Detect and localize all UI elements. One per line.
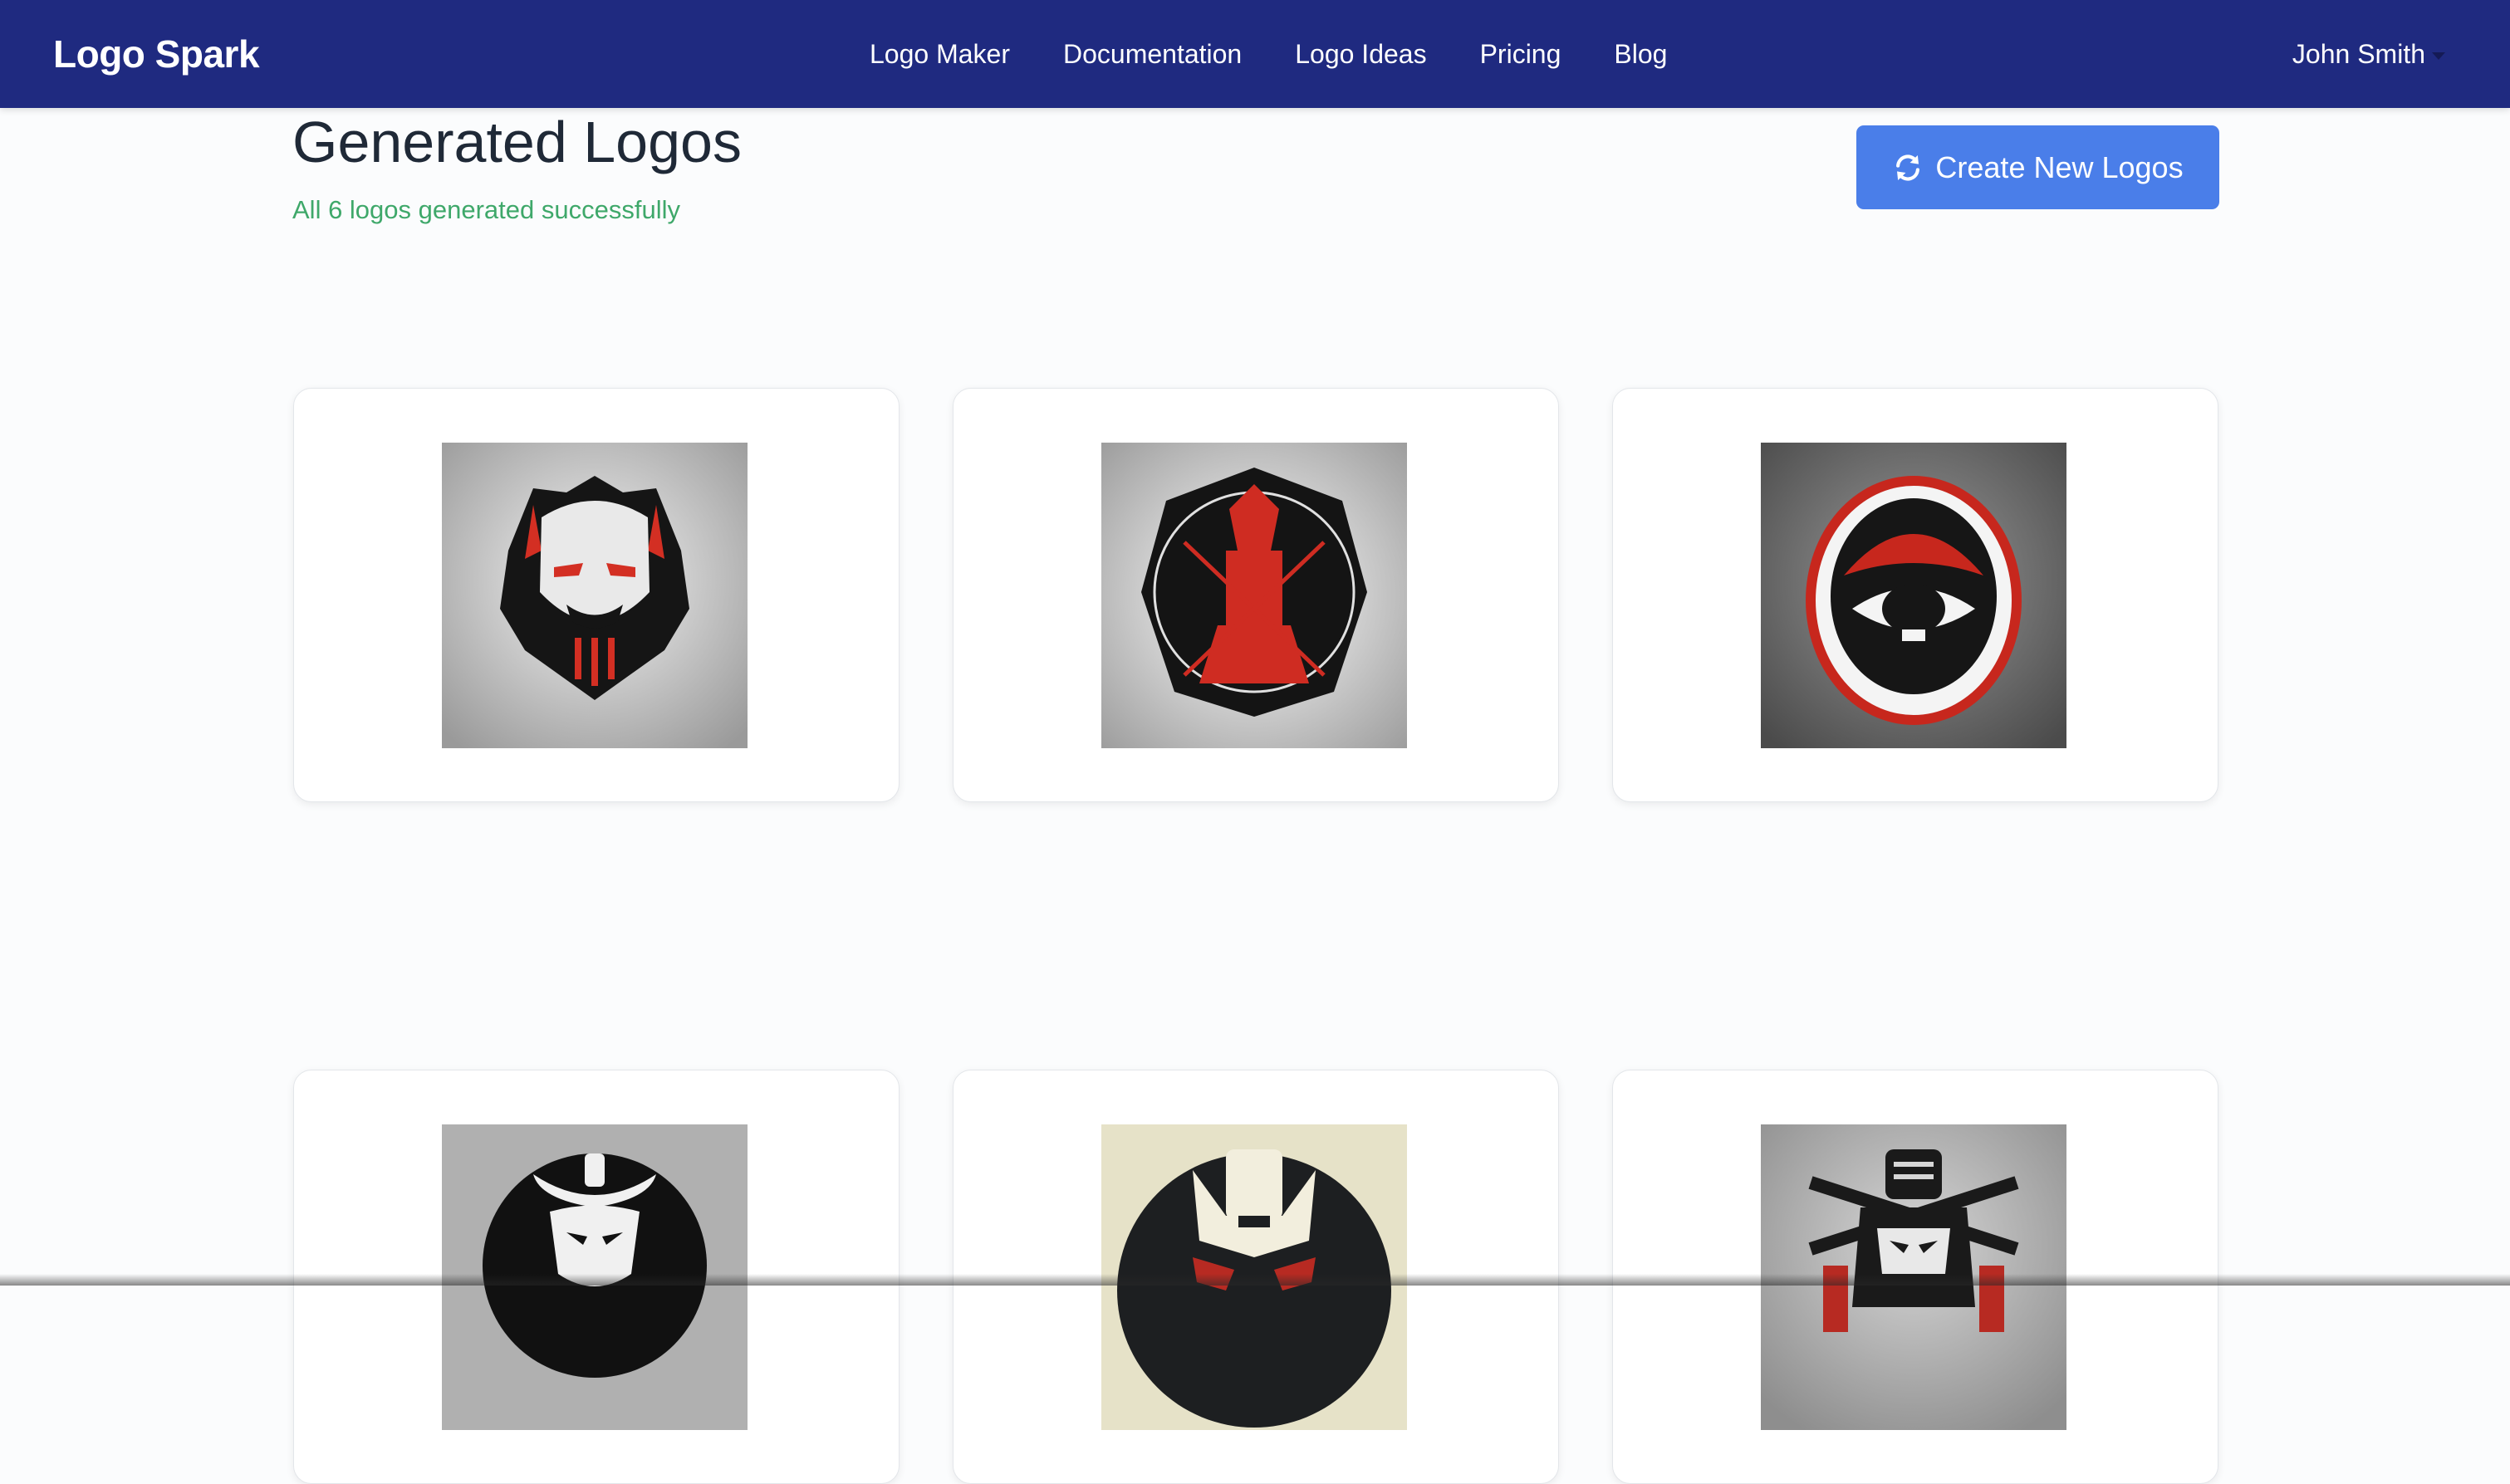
nav-link-logo-maker[interactable]: Logo Maker bbox=[870, 33, 1010, 75]
window-bottom-shadow bbox=[0, 1274, 2510, 1286]
logo-card-1[interactable] bbox=[293, 388, 900, 802]
samurai-helmet-emblem-logo[interactable] bbox=[1761, 443, 2066, 748]
user-name: John Smith bbox=[2292, 33, 2425, 75]
top-navbar: Logo Spark Logo Maker Documentation Logo… bbox=[0, 0, 2510, 108]
nav-links: Logo Maker Documentation Logo Ideas Pric… bbox=[870, 33, 1720, 75]
logo-card-2[interactable] bbox=[953, 388, 1559, 802]
create-new-logos-button[interactable]: Create New Logos bbox=[1856, 125, 2219, 209]
logo-card-3[interactable] bbox=[1612, 388, 2218, 802]
page-title: Generated Logos bbox=[292, 108, 742, 176]
brand-logo[interactable]: Logo Spark bbox=[53, 28, 259, 80]
user-menu-dropdown[interactable]: John Smith bbox=[2292, 33, 2445, 75]
create-new-logos-label: Create New Logos bbox=[1935, 150, 2183, 185]
samurai-warrior-badge-logo[interactable] bbox=[1101, 443, 1407, 748]
refresh-icon bbox=[1892, 152, 1924, 184]
nav-link-documentation[interactable]: Documentation bbox=[1063, 33, 1242, 75]
nav-link-logo-ideas[interactable]: Logo Ideas bbox=[1295, 33, 1426, 75]
samurai-mask-logo[interactable] bbox=[442, 443, 748, 748]
nav-link-pricing[interactable]: Pricing bbox=[1480, 33, 1561, 75]
nav-link-blog[interactable]: Blog bbox=[1614, 33, 1667, 75]
chevron-down-icon bbox=[2432, 52, 2445, 60]
status-message: All 6 logos generated successfully bbox=[292, 193, 680, 228]
